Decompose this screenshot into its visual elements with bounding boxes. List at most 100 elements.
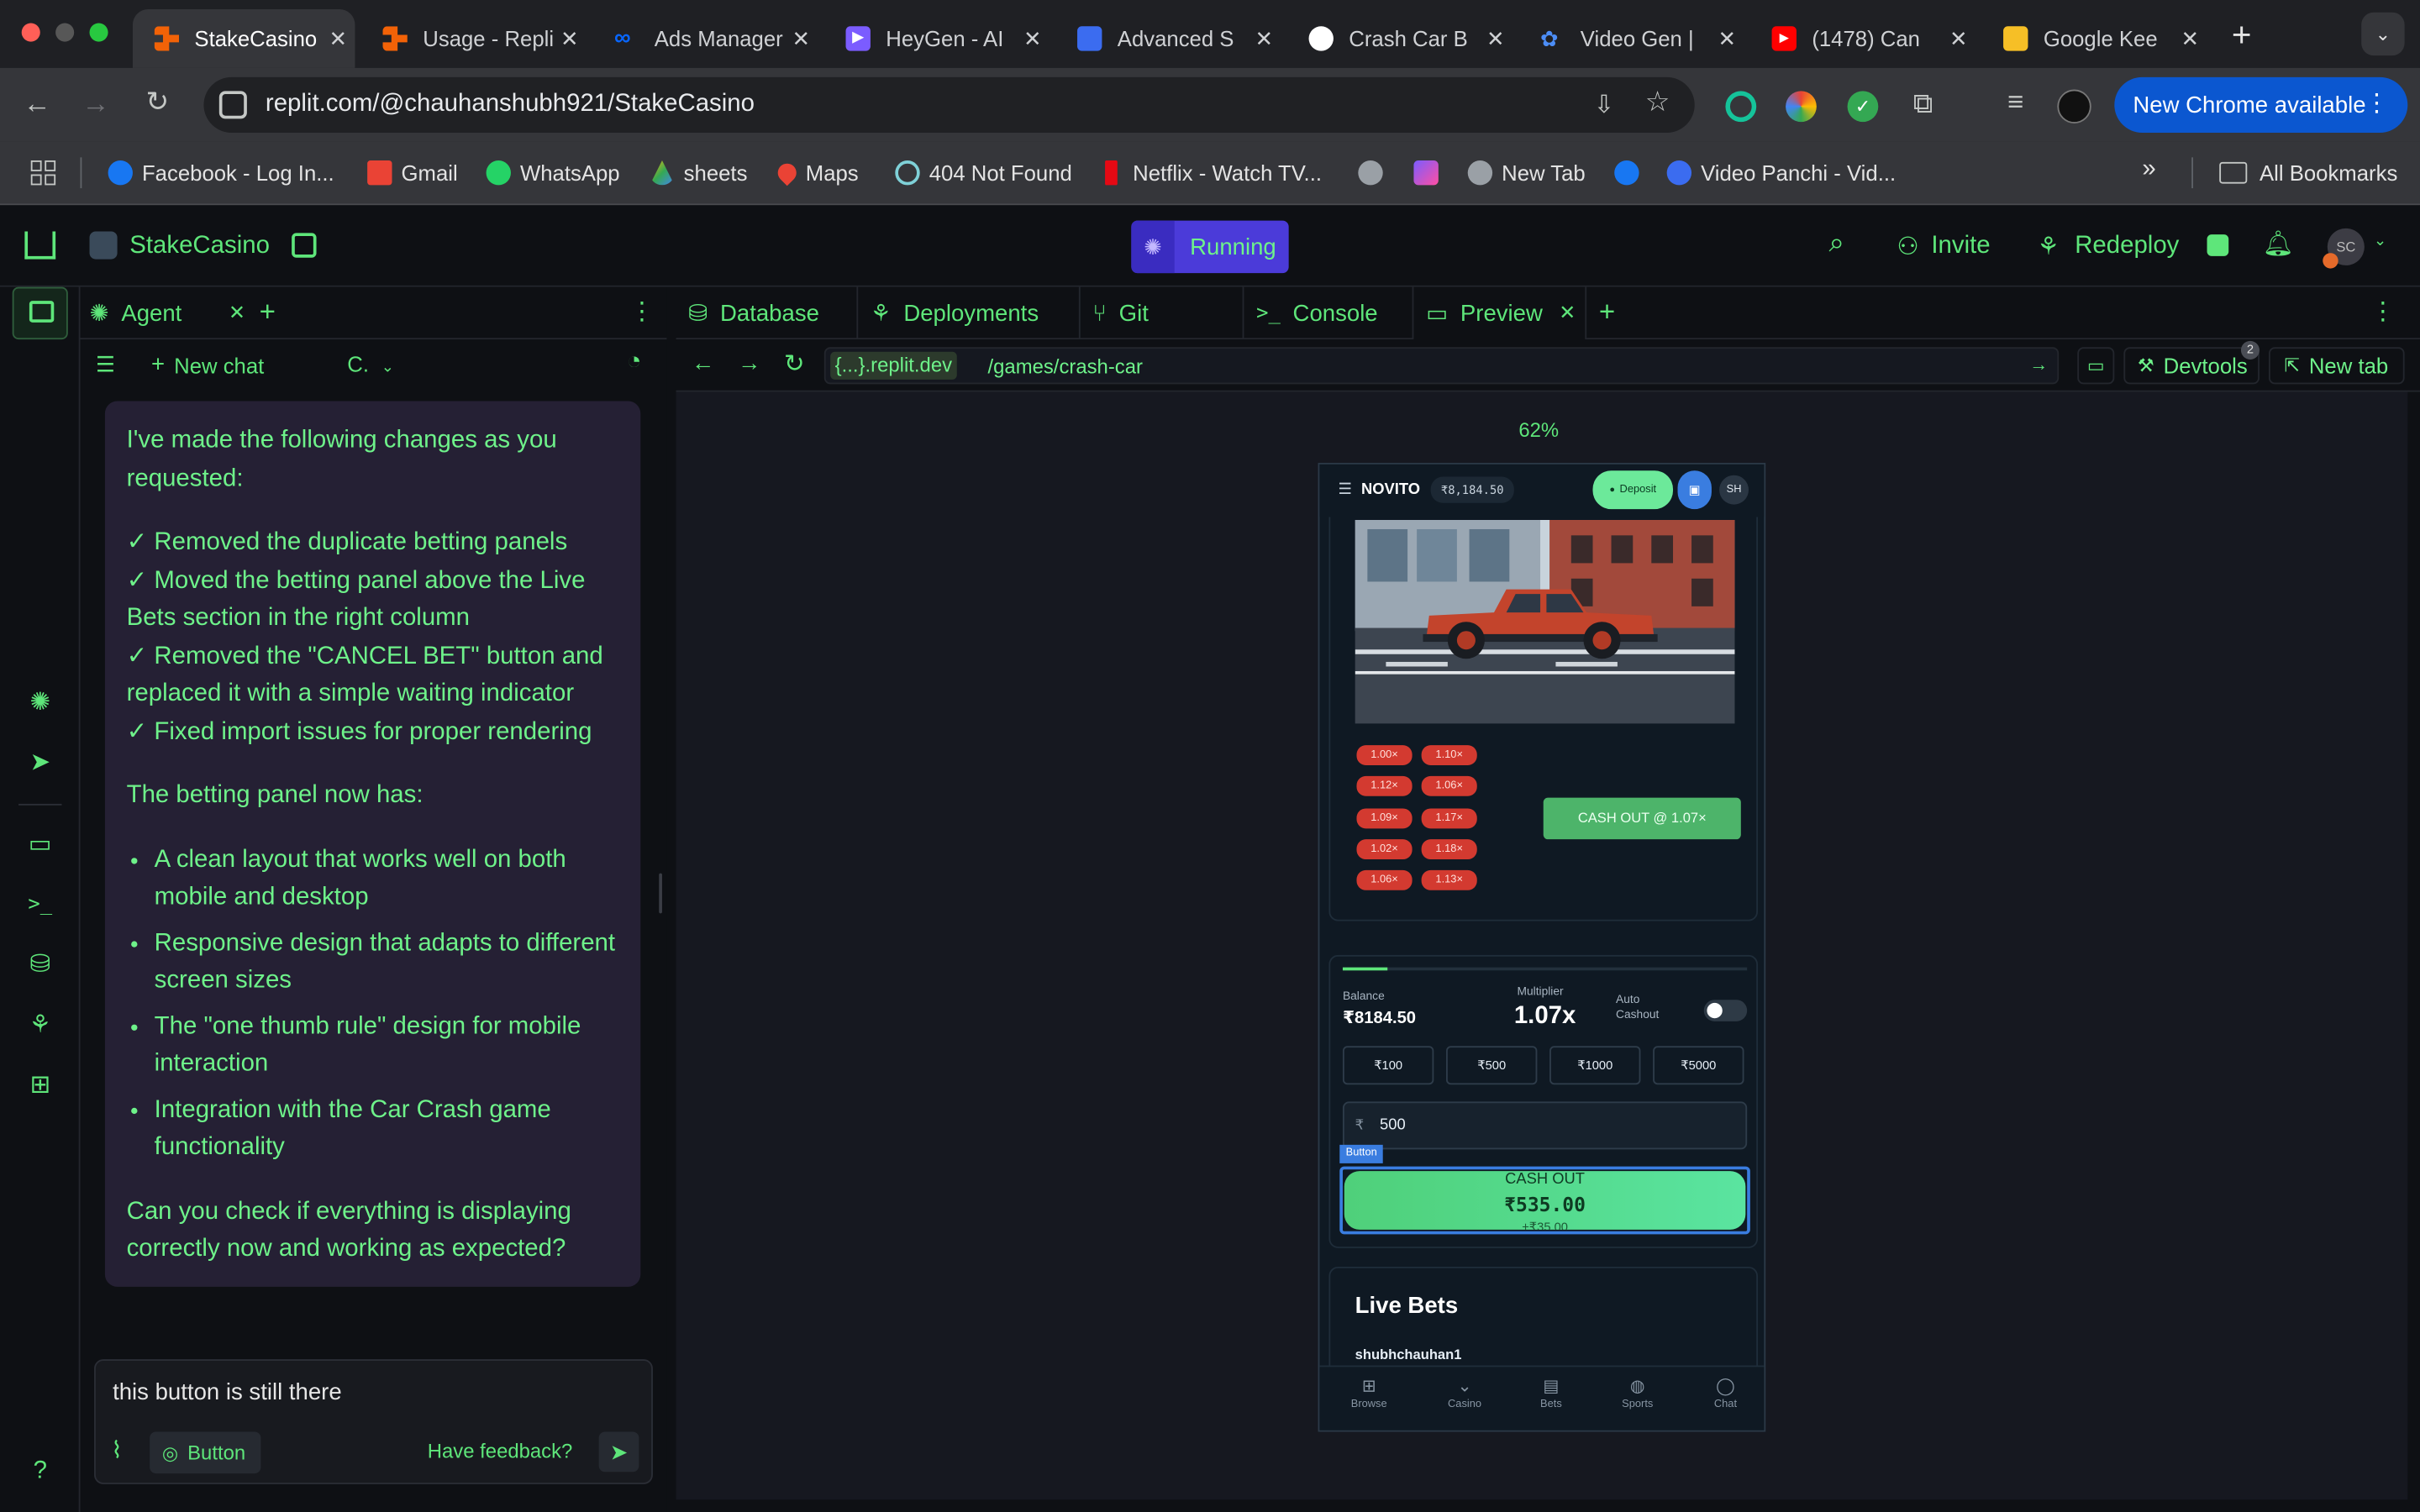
bet-amount-input[interactable]: ₹ 500	[1342, 1101, 1748, 1150]
project-settings-icon[interactable]	[292, 233, 317, 258]
preview-forward-icon[interactable]: →	[738, 350, 761, 376]
agent-icon[interactable]: ✺	[22, 685, 59, 722]
close-icon[interactable]: ✕	[321, 25, 355, 51]
media-control-icon[interactable]: ≡	[1997, 87, 2034, 119]
help-icon[interactable]: ?	[22, 1453, 59, 1490]
resize-grip[interactable]	[659, 873, 662, 914]
add-tab-plus-icon[interactable]: +	[1599, 297, 1615, 329]
avatar-chevron-icon[interactable]: ⌄	[2374, 233, 2386, 249]
close-icon[interactable]: ✕	[229, 301, 245, 325]
more-vert-icon[interactable]: ⋮	[2365, 88, 2389, 119]
bookmark-facebook[interactable]: Facebook - Log In...	[108, 160, 334, 186]
tab-console[interactable]: >_ Console	[1244, 286, 1414, 340]
browser-tab-stakecasino[interactable]: StakeCasino ✕	[132, 9, 355, 68]
close-window-button[interactable]	[21, 23, 40, 42]
back-icon[interactable]: ←	[18, 88, 55, 121]
extensions-puzzle-icon[interactable]: ⧉	[1905, 88, 1942, 121]
bookmark-404[interactable]: 404 Not Found	[895, 160, 1072, 186]
preview-reload-icon[interactable]: ↻	[784, 349, 805, 380]
nav-chat[interactable]: ◯ Chat	[1688, 1376, 1762, 1410]
hamburger-menu-icon[interactable]: ☰	[1338, 481, 1351, 498]
redeploy-button[interactable]: ⚘ Redeploy	[2037, 232, 2179, 263]
go-arrow-icon[interactable]: →	[2029, 354, 2048, 375]
cashout-at-button[interactable]: CASH OUT @ 1.07×	[1543, 797, 1741, 840]
bookmark-globe[interactable]	[1358, 160, 1392, 186]
more-bookmarks-chevron-icon[interactable]: »	[2142, 156, 2155, 184]
more-vert-icon[interactable]: ⋮	[629, 297, 654, 328]
chat-input[interactable]: this button is still there	[113, 1379, 342, 1405]
bookmark-facebook-2[interactable]	[1614, 160, 1648, 186]
apps-grid-icon[interactable]	[30, 160, 56, 186]
browser-tab-ads-manager[interactable]: ∞ Ads Manager ✕	[592, 9, 818, 68]
wallet-icon[interactable]: ▣	[1677, 470, 1712, 510]
new-chat-button[interactable]: + New chat	[151, 352, 264, 378]
device-toggle-icon[interactable]: ▭	[2077, 347, 2115, 385]
assistant-icon[interactable]: ➤	[22, 745, 59, 782]
close-icon[interactable]: ✕	[2173, 25, 2207, 51]
bookmark-maps[interactable]: Maps	[774, 160, 859, 186]
run-button[interactable]: ✺ Running	[1131, 220, 1289, 274]
feedback-link[interactable]: Have feedback?	[428, 1440, 573, 1463]
close-icon[interactable]: ✕	[1710, 25, 1744, 51]
tab-database[interactable]: ⛁ Database	[676, 286, 859, 340]
bookmark-star-app[interactable]	[1413, 160, 1447, 186]
install-icon[interactable]: ⇩	[1594, 90, 1615, 121]
open-new-tab-button[interactable]: ⇱ New tab	[2268, 347, 2405, 385]
bookmark-netflix[interactable]: Netflix - Watch TV...	[1105, 160, 1322, 186]
new-tab-plus-icon[interactable]: +	[2232, 15, 2252, 55]
quick-amount-1000[interactable]: ₹1000	[1549, 1046, 1641, 1085]
close-icon[interactable]: ✕	[1479, 25, 1512, 51]
address-bar[interactable]: replit.com/@chauhanshubh921/StakeCasino …	[203, 76, 1695, 133]
tab-preview[interactable]: ▭ Preview ✕	[1413, 286, 1587, 340]
all-tools-grid-icon[interactable]: ⊞	[22, 1068, 59, 1105]
notifications-bell-icon[interactable]: 🔔︎	[2263, 228, 2294, 260]
search-icon[interactable]: ⌕	[1829, 227, 1845, 260]
browser-tab-video-gen[interactable]: ✿ Video Gen | ✕	[1518, 9, 1744, 68]
deployments-icon[interactable]: ⚘	[22, 1007, 59, 1044]
brand-logo[interactable]: NOVITO	[1361, 481, 1420, 498]
cashout-button[interactable]: CASH OUT ₹535.00 +₹35.00	[1344, 1171, 1746, 1230]
chat-history-list-icon[interactable]: ☰	[96, 352, 115, 378]
close-icon[interactable]: ✕	[784, 25, 818, 51]
selected-element-chip[interactable]: ◎ Button	[150, 1431, 261, 1474]
home-icon[interactable]	[24, 231, 56, 260]
preview-back-icon[interactable]: ←	[692, 350, 715, 376]
chat-square-icon[interactable]	[2207, 234, 2229, 256]
quick-amount-500[interactable]: ₹500	[1446, 1046, 1538, 1085]
browser-tab-youtube[interactable]: ▶ (1478) Can ✕	[1750, 9, 1975, 68]
quick-amount-5000[interactable]: ₹5000	[1653, 1046, 1744, 1085]
browser-tab-google-keep[interactable]: Google Kee ✕	[1981, 9, 2207, 68]
close-icon[interactable]: ✕	[1559, 301, 1576, 325]
pane-resize-handle[interactable]	[659, 286, 676, 1512]
rail-agent-active[interactable]	[12, 286, 68, 340]
close-icon[interactable]: ✕	[1942, 25, 1975, 51]
minimize-window-button[interactable]	[55, 23, 75, 42]
extension-check-icon[interactable]: ✓	[1847, 91, 1879, 123]
add-tab-plus-icon[interactable]: +	[260, 297, 276, 329]
tab-git[interactable]: ⑂ Git	[1081, 286, 1244, 340]
browser-tab-heygen[interactable]: ▶ HeyGen - AI ✕	[824, 9, 1050, 68]
profile-avatar[interactable]	[2057, 89, 2091, 123]
browser-tab-crash-car[interactable]: Crash Car B ✕	[1287, 9, 1512, 68]
usage-gauge-icon[interactable]: ◔	[627, 349, 642, 376]
close-icon[interactable]: ✕	[553, 25, 587, 51]
database-icon[interactable]: ⛁	[22, 948, 59, 984]
console-icon[interactable]: >_	[22, 887, 59, 924]
maximize-window-button[interactable]	[89, 23, 108, 42]
deposit-button[interactable]: ● Deposit	[1592, 470, 1674, 510]
model-selector[interactable]: C. ⌄	[347, 352, 394, 376]
preview-url-input[interactable]: {...}.replit.dev /games/crash-car →	[823, 347, 2060, 385]
new-chrome-available-button[interactable]: New Chrome available ⋮	[2114, 76, 2408, 133]
bookmark-whatsapp[interactable]: WhatsApp	[486, 160, 620, 186]
forward-icon[interactable]: →	[77, 88, 114, 121]
tab-deployments[interactable]: ⚘ Deployments	[858, 286, 1081, 340]
close-icon[interactable]: ✕	[1016, 25, 1050, 51]
user-avatar[interactable]: SH	[1719, 475, 1749, 505]
bookmark-star-icon[interactable]: ☆	[1645, 87, 1670, 119]
auto-cashout-toggle[interactable]	[1703, 1000, 1748, 1021]
devtools-button[interactable]: ⚒ Devtools	[2123, 347, 2260, 385]
browser-tab-advanced[interactable]: Advanced S ✕	[1055, 9, 1281, 68]
nav-casino[interactable]: ⌄ Casino	[1428, 1376, 1502, 1410]
more-vert-icon[interactable]: ⋮	[2370, 297, 2395, 328]
bookmark-gmail[interactable]: Gmail	[367, 160, 458, 186]
